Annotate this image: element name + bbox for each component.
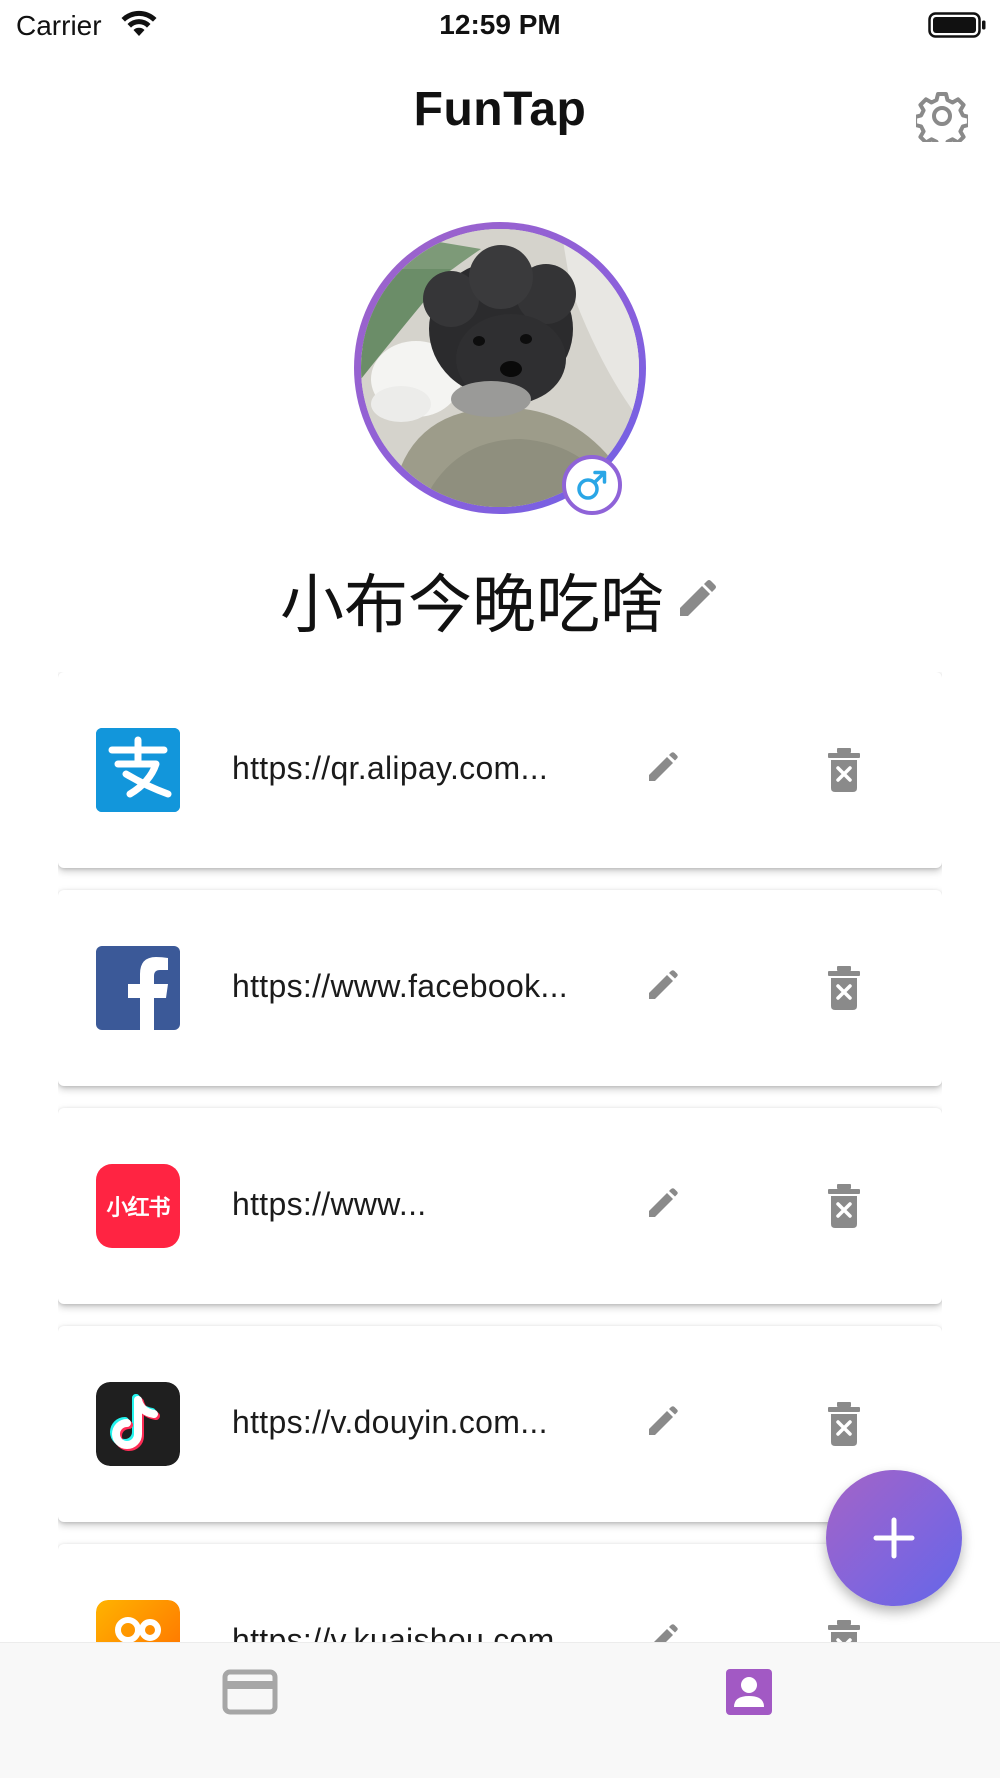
gear-icon[interactable] (916, 90, 968, 142)
clock: 12:59 PM (439, 9, 561, 40)
pencil-icon[interactable] (642, 748, 682, 788)
add-link-button[interactable] (826, 1470, 962, 1606)
pencil-icon[interactable] (642, 1620, 682, 1642)
trash-icon[interactable] (822, 1400, 866, 1448)
trash-icon[interactable] (822, 1618, 866, 1642)
trash-icon[interactable] (822, 746, 866, 794)
list-item[interactable]: https://v.douyin.com... (58, 1326, 942, 1522)
link-url[interactable]: https://www... (232, 1186, 612, 1223)
contact-card-icon[interactable] (722, 1667, 778, 1717)
link-url[interactable]: https://v.douyin.com... (232, 1404, 612, 1441)
list-item[interactable]: 小红书 https://www... (58, 1108, 942, 1304)
pencil-icon[interactable] (642, 1184, 682, 1224)
link-list[interactable]: https://qr.alipay.com... https://www.fac… (58, 672, 942, 1642)
tab-bar (0, 1642, 1000, 1778)
pencil-icon[interactable] (672, 576, 720, 624)
xiaohongshu-logo-text: 小红书 (106, 1196, 170, 1221)
list-item[interactable]: https://v.kuaishou.com... (58, 1544, 942, 1642)
battery-icon (928, 12, 986, 38)
gender-badge[interactable] (562, 455, 622, 515)
trash-icon[interactable] (822, 964, 866, 1012)
page-title: FunTap (413, 83, 587, 136)
xiaohongshu-icon: 小红书 (96, 1164, 180, 1248)
link-url[interactable]: https://v.kuaishou.com... (232, 1622, 612, 1642)
link-url[interactable]: https://qr.alipay.com... (232, 750, 612, 787)
plus-icon (873, 1517, 915, 1559)
status-bar: Carrier 12:59 PM (0, 0, 1000, 50)
douyin-icon (96, 1382, 180, 1466)
list-item[interactable]: https://qr.alipay.com... (58, 672, 942, 868)
alipay-icon (96, 728, 180, 812)
facebook-icon (96, 946, 180, 1030)
male-icon (577, 470, 607, 500)
pencil-icon[interactable] (642, 966, 682, 1006)
list-item[interactable]: https://www.facebook... (58, 890, 942, 1086)
kuaishou-icon (96, 1600, 180, 1642)
profile-name-row: 小布今晚吃啥 (0, 560, 1000, 643)
credit-card-icon[interactable] (222, 1667, 278, 1717)
pencil-icon[interactable] (642, 1402, 682, 1442)
link-url[interactable]: https://www.facebook... (232, 968, 612, 1005)
trash-icon[interactable] (822, 1182, 866, 1230)
profile-name: 小布今晚吃啥 (280, 569, 664, 643)
